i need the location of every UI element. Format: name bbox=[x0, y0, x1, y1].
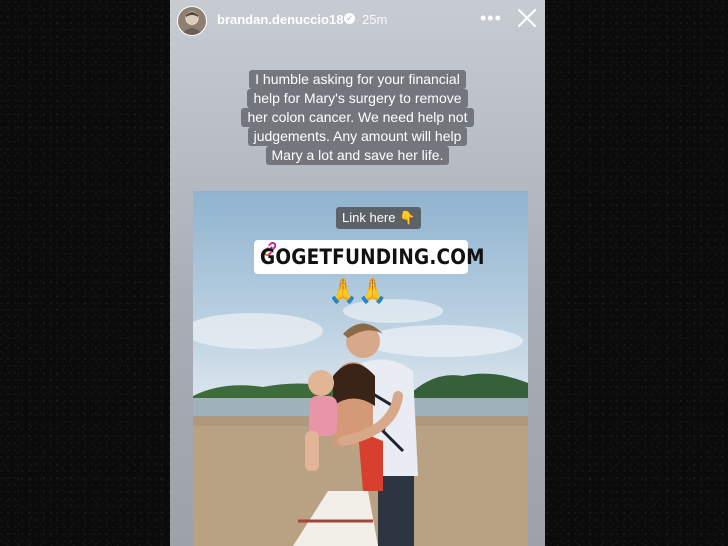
caption-line: help for Mary's surgery to remove bbox=[247, 89, 468, 108]
post-time: 25m bbox=[362, 12, 388, 27]
avatar-image bbox=[181, 12, 203, 35]
caption-line: her colon cancer. We need help not bbox=[241, 108, 474, 127]
link-here-sticker: Link here 👇 bbox=[336, 207, 422, 229]
caption-line: I humble asking for your financial bbox=[249, 70, 466, 89]
caption-line: judgements. Any amount will help bbox=[247, 127, 468, 146]
verified-badge-icon: ✓ bbox=[344, 13, 355, 24]
story-photo: Link here 👇 GOGETFUNDING.COM 🙏🙏 bbox=[193, 191, 528, 546]
caption-line: Mary a lot and save her life. bbox=[265, 146, 450, 165]
story-header: brandan.denuccio18 ✓ 25m ••• bbox=[170, 0, 545, 40]
more-options-icon[interactable]: ••• bbox=[480, 8, 502, 29]
story-caption: I humble asking for your financial help … bbox=[170, 70, 545, 165]
avatar[interactable] bbox=[177, 6, 207, 36]
link-url[interactable]: GOGETFUNDING.COM bbox=[260, 245, 485, 269]
praying-hands-emoji: 🙏🙏 bbox=[328, 278, 388, 305]
close-icon[interactable] bbox=[515, 6, 539, 30]
username[interactable]: brandan.denuccio18 bbox=[217, 12, 343, 27]
link-sticker[interactable]: GOGETFUNDING.COM bbox=[254, 240, 485, 274]
story-viewer: brandan.denuccio18 ✓ 25m ••• I humble as… bbox=[170, 0, 545, 546]
